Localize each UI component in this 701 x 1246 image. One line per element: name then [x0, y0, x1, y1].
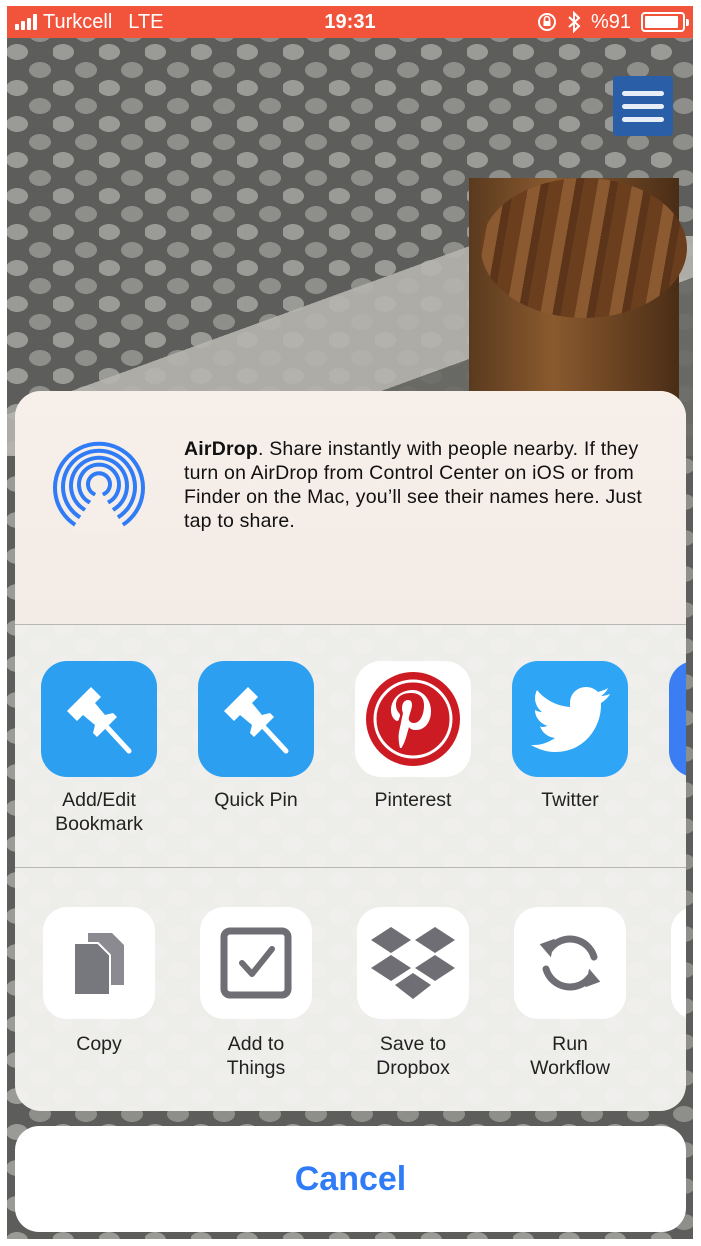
wooden-post-top	[481, 178, 687, 318]
checkbox-icon	[200, 907, 312, 1019]
carrier-name: Turkcell	[43, 10, 113, 33]
airdrop-section[interactable]: AirDrop. Share instantly with people nea…	[15, 391, 686, 624]
bluetooth-icon	[568, 11, 581, 33]
status-bar: Turkcell LTE 19:31 %91	[7, 6, 693, 38]
cancel-button[interactable]: Cancel	[15, 1126, 686, 1232]
action-label: Sa	[657, 1032, 686, 1056]
action-icon	[671, 907, 686, 1019]
action-label: Run Workflow	[530, 1033, 610, 1079]
signal-icon	[15, 14, 37, 30]
airdrop-title: AirDrop	[184, 438, 258, 460]
action-label: Copy	[76, 1033, 122, 1055]
pin-icon	[198, 661, 314, 777]
airdrop-description: AirDrop. Share instantly with people nea…	[184, 437, 674, 533]
share-app-label: N	[657, 788, 686, 812]
pinterest-icon	[355, 661, 471, 777]
share-app-label: Pinterest	[374, 789, 452, 811]
divider	[15, 624, 686, 625]
divider	[15, 867, 686, 868]
orientation-lock-icon	[537, 13, 556, 31]
action-label: Add to Things	[226, 1033, 286, 1079]
battery-icon	[641, 12, 689, 32]
share-app-label: Quick Pin	[214, 789, 298, 811]
pin-icon	[41, 661, 157, 777]
airdrop-icon	[53, 441, 145, 531]
twitter-icon	[512, 661, 628, 777]
network-type: LTE	[128, 10, 164, 33]
hamburger-menu-icon[interactable]	[613, 76, 673, 136]
share-sheet: AirDrop. Share instantly with people nea…	[15, 391, 686, 1111]
share-app-label: Add/Edit Bookmark	[55, 789, 143, 835]
refresh-icon	[514, 907, 626, 1019]
copy-icon	[43, 907, 155, 1019]
dropbox-icon	[357, 907, 469, 1019]
share-app-label: Twitter	[541, 789, 599, 811]
action-label: Save to Dropbox	[376, 1033, 450, 1079]
battery-percent: %91	[590, 10, 631, 33]
app-icon	[669, 661, 686, 777]
